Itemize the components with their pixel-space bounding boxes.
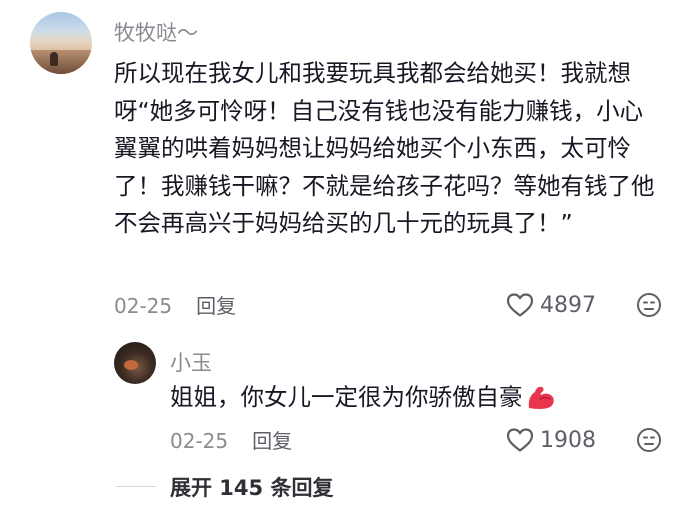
heart-outline-icon [506,293,534,317]
comment-text: 所以现在我女儿和我要玩具我都会给她买！我就想呀“她多可怜呀！自己没有钱也没有能力… [114,59,655,237]
reply-like-button[interactable]: 1908 [506,425,596,455]
reply-like-count: 1908 [540,427,596,453]
comment-meta: 02-25 回复 [114,290,236,319]
avatar-detail [124,360,138,370]
reply-username[interactable]: 小玉 [170,347,212,377]
reply-button[interactable]: 回复 [196,294,236,318]
expand-divider [116,486,156,487]
reply-date: 02-25 [170,429,229,453]
heart-outline-icon [506,428,534,452]
expand-replies-button[interactable]: 展开 145 条回复 [170,472,333,502]
reply-reply-button[interactable]: 回复 [252,429,292,453]
dislike-button[interactable] [636,292,662,318]
like-count: 4897 [540,292,596,318]
reply-avatar[interactable] [114,342,156,384]
flexed-biceps-emoji [526,384,556,419]
commenter-avatar[interactable] [30,12,92,74]
reply-meta: 02-25 回复 [170,425,292,454]
avatar-landscape [30,50,92,74]
commenter-username[interactable]: 牧牧哒～ [114,17,198,47]
comment-date: 02-25 [114,294,173,318]
dislike-face-icon [637,293,661,317]
reply-text-row: 姐姐，你女儿一定很为你骄傲自豪 [170,380,556,419]
reply-dislike-button[interactable] [636,427,662,453]
avatar-figure [50,52,58,66]
like-button[interactable]: 4897 [506,290,596,320]
dislike-face-icon [637,428,661,452]
reply-text: 姐姐，你女儿一定很为你骄傲自豪 [170,383,523,411]
